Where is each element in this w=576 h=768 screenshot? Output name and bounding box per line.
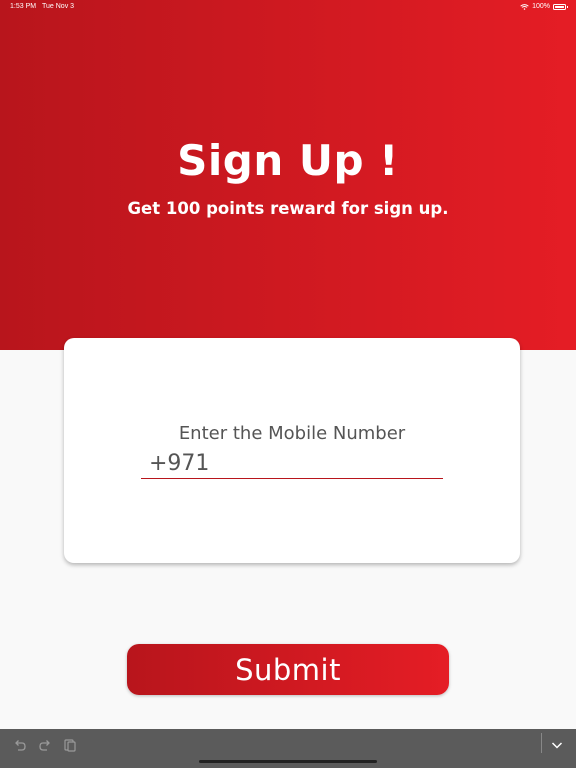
page-subtitle: Get 100 points reward for sign up.: [127, 199, 449, 218]
wifi-icon: [520, 3, 529, 10]
page-title: Sign Up !: [177, 136, 399, 185]
status-date: Tue Nov 3: [42, 3, 75, 10]
paste-icon[interactable]: [62, 737, 78, 753]
home-indicator[interactable]: [199, 760, 377, 763]
status-right: 100%: [520, 3, 568, 10]
header-banner: 1:53 PM Tue Nov 3 100% Sign Up ! Get 100…: [0, 0, 576, 350]
chevron-down-icon[interactable]: [549, 737, 565, 753]
redo-icon[interactable]: [37, 737, 53, 753]
toolbar-divider: [541, 733, 542, 753]
keyboard-toolbar: [0, 729, 576, 768]
submit-button[interactable]: Submit: [127, 644, 449, 695]
status-time: 1:53 PM: [10, 3, 37, 10]
signup-card: Enter the Mobile Number: [64, 338, 520, 563]
status-bar: 1:53 PM Tue Nov 3 100%: [0, 0, 576, 14]
battery-percent: 100%: [532, 3, 550, 10]
mobile-number-input[interactable]: [141, 448, 443, 479]
undo-icon[interactable]: [12, 737, 28, 753]
mobile-number-label: Enter the Mobile Number: [178, 423, 406, 444]
battery-icon: [553, 3, 568, 10]
